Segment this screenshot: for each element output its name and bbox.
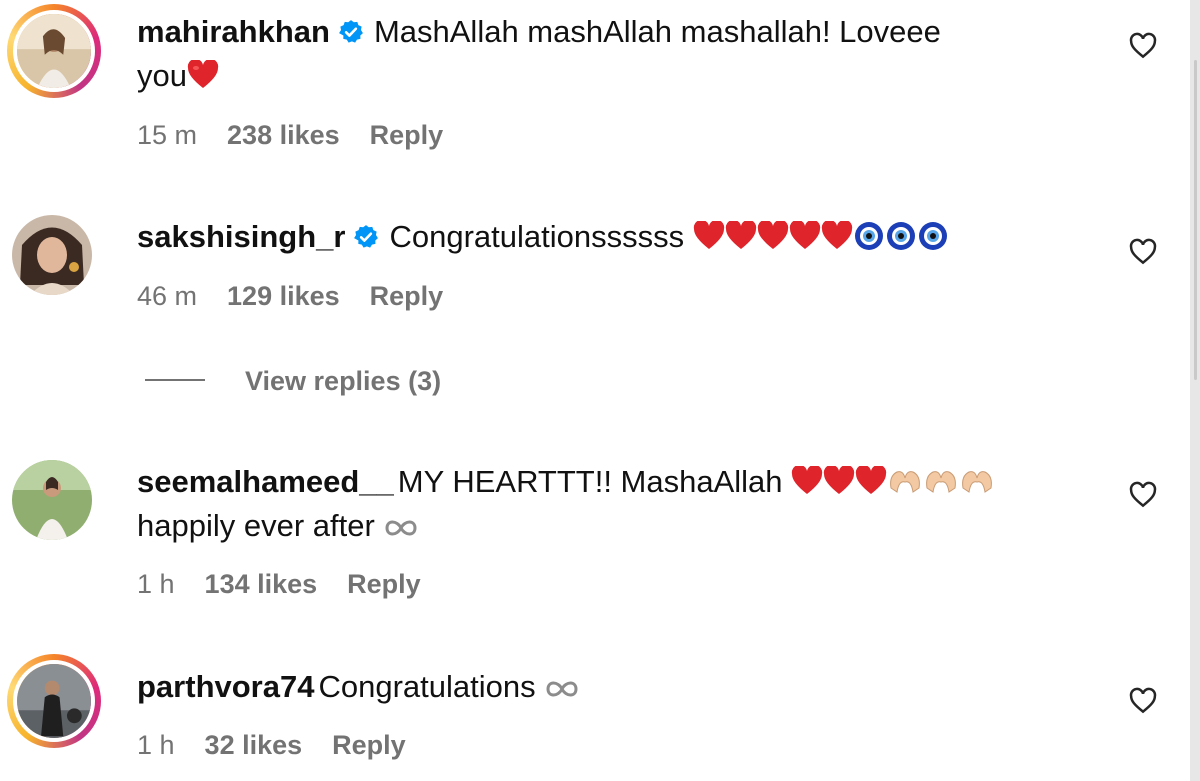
window-edge <box>1190 0 1200 781</box>
verified-badge-icon <box>353 224 379 250</box>
comment-timestamp: 15 m <box>137 120 198 150</box>
nazar-amulet-emoji <box>853 221 885 251</box>
reply-button[interactable]: Reply <box>370 281 444 312</box>
red-heart-emoji <box>823 466 855 496</box>
reply-button[interactable]: Reply <box>347 569 421 600</box>
infinity-emoji <box>383 516 419 540</box>
comment-text-continued: you <box>137 58 187 93</box>
reply-button[interactable]: Reply <box>332 730 406 761</box>
likes-count[interactable]: 129 likes <box>227 281 340 312</box>
view-replies-label[interactable]: View replies (3) <box>245 366 441 396</box>
red-heart-emoji <box>187 60 219 90</box>
heart-outline-icon[interactable] <box>1128 31 1158 61</box>
red-heart-emoji <box>791 466 823 496</box>
avatar[interactable] <box>12 460 92 540</box>
username[interactable]: sakshisingh_r <box>137 219 345 254</box>
comment-text: Congratulations <box>318 669 536 704</box>
username[interactable]: seemalhameed__ <box>137 464 394 499</box>
comment-text-continued: happily ever after <box>137 508 375 543</box>
avatar[interactable] <box>12 215 92 295</box>
avatar[interactable] <box>7 4 101 98</box>
replies-divider <box>145 379 205 381</box>
heart-outline-icon[interactable] <box>1128 686 1158 716</box>
likes-count[interactable]: 134 likes <box>205 569 318 600</box>
red-heart-emoji <box>789 221 821 251</box>
nazar-amulet-emoji <box>885 221 917 251</box>
heart-hands-emoji <box>923 466 959 496</box>
username[interactable]: parthvora74 <box>137 669 314 704</box>
heart-outline-icon[interactable] <box>1128 480 1158 510</box>
comment-timestamp: 1 h <box>137 569 175 599</box>
comment-timestamp: 46 m <box>137 281 198 311</box>
avatar[interactable] <box>7 654 101 748</box>
comment-text: Congratulationssssss <box>389 219 685 254</box>
comment-text: MashAllah mashAllah mashallah! Loveee <box>373 14 941 49</box>
likes-count[interactable]: 32 likes <box>205 730 303 761</box>
red-heart-emoji <box>757 221 789 251</box>
heart-hands-emoji <box>959 466 995 496</box>
red-heart-emoji <box>855 466 887 496</box>
username[interactable]: mahirahkhan <box>137 14 330 49</box>
red-heart-emoji <box>693 221 725 251</box>
heart-hands-emoji <box>887 466 923 496</box>
nazar-amulet-emoji <box>917 221 949 251</box>
red-heart-emoji <box>725 221 757 251</box>
red-heart-emoji <box>821 221 853 251</box>
heart-outline-icon[interactable] <box>1128 237 1158 267</box>
verified-badge-icon <box>338 19 364 45</box>
view-replies-button[interactable]: View replies (3) <box>145 366 441 397</box>
likes-count[interactable]: 238 likes <box>227 120 340 151</box>
comment-timestamp: 1 h <box>137 730 175 760</box>
reply-button[interactable]: Reply <box>370 120 444 151</box>
infinity-emoji <box>544 677 580 701</box>
comment-text: MY HEARTTT!! MashaAllah <box>397 464 783 499</box>
